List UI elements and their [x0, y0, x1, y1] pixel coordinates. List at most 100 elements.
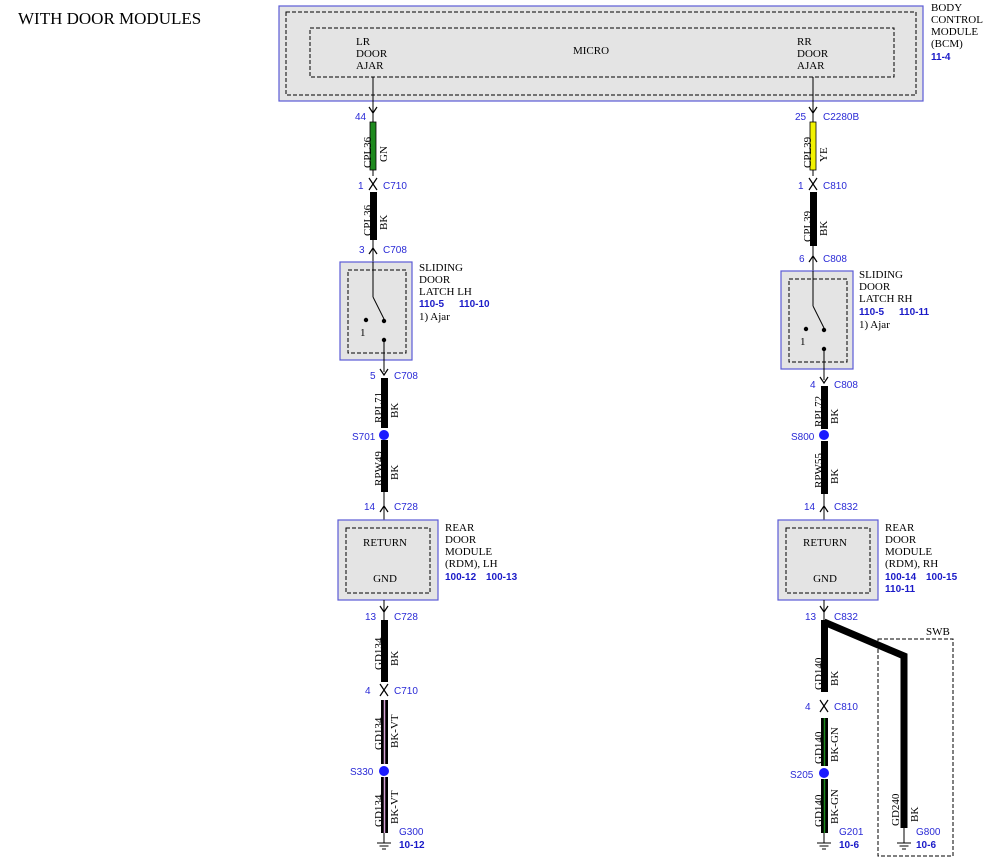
left-latch-ref-2: 110-10: [459, 299, 490, 310]
left-w7-color: BK-VT: [389, 790, 401, 824]
bcm-lr-label-2: DOOR: [356, 48, 388, 60]
right-c4-pin: 14: [804, 502, 816, 513]
right-w5-circuit: GD140: [813, 657, 825, 690]
right-ground2: G800: [916, 827, 941, 838]
right-splice2: S205: [790, 770, 814, 781]
left-rdm-1: REAR: [445, 522, 475, 534]
left-c6: C710: [394, 686, 418, 697]
right-rdm-3: MODULE: [885, 546, 932, 558]
left-latch-1: SLIDING: [419, 262, 463, 274]
left-rdm-2: DOOR: [445, 534, 477, 546]
left-rdm-ref-1: 100-12: [445, 572, 477, 583]
right-w1-circuit: CPL39: [802, 136, 814, 168]
right-w4-circuit: RPW55: [813, 453, 825, 488]
right-c6: C810: [834, 702, 858, 713]
left-ground: G300: [399, 827, 424, 838]
left-w5-color: BK: [389, 651, 401, 666]
right-latch-1: SLIDING: [859, 269, 903, 281]
right-w4-color: BK: [829, 469, 841, 484]
right-w1-color: YE: [818, 147, 830, 162]
bcm-lr-label-3: AJAR: [356, 60, 384, 72]
left-rdm-4: (RDM), LH: [445, 558, 498, 570]
right-c3: C808: [834, 380, 858, 391]
right-w3-circuit: RPL72: [813, 396, 825, 427]
bcm-name-2: CONTROL: [931, 14, 983, 26]
right-rdm-1: REAR: [885, 522, 915, 534]
right-c2-pin: 6: [799, 254, 805, 265]
left-latch-module: [339, 261, 413, 361]
right-latch-ref-1: 110-5: [859, 307, 884, 318]
right-latch-3: LATCH RH: [859, 293, 913, 305]
left-c1: C710: [383, 181, 407, 192]
right-ground-ref: 10-6: [839, 840, 859, 851]
right-switch-num: 1: [800, 336, 806, 348]
left-rdm-ref-2: 100-13: [486, 572, 518, 583]
right-rdm-ref-1: 100-14: [885, 572, 917, 583]
right-rdm-module: [777, 519, 879, 601]
left-c2-pin: 3: [359, 245, 365, 256]
right-c2: C808: [823, 254, 847, 265]
right-rdm-gnd: GND: [813, 573, 837, 585]
bcm-micro-label: MICRO: [573, 45, 609, 57]
right-bcm-conn: C2280B: [823, 112, 859, 123]
right-w8-color: BK: [909, 807, 921, 822]
right-ground-icon: [817, 833, 831, 850]
right-c1-pin: 1: [798, 181, 804, 192]
left-w2-circuit: CPL36: [362, 204, 374, 236]
bcm-rr-label-3: AJAR: [797, 60, 825, 72]
bcm-ref: 11-4: [931, 52, 951, 63]
left-w7-circuit: GD134: [373, 794, 385, 827]
left-latch-note: 1) Ajar: [419, 311, 450, 323]
right-w2-circuit: CPL39: [802, 210, 814, 242]
left-w2-color: BK: [378, 215, 390, 230]
right-ground2-ref: 10-6: [916, 840, 936, 851]
left-c4-pin: 14: [364, 502, 376, 513]
bcm-rr-label-1: RR: [797, 36, 812, 48]
left-latch-ref-1: 110-5: [419, 299, 444, 310]
right-c1: C810: [823, 181, 847, 192]
right-w8-circuit: GD240: [890, 793, 902, 826]
bcm-lr-label-1: LR: [356, 36, 371, 48]
right-w6-circuit: GD140: [813, 731, 825, 764]
left-rdm-3: MODULE: [445, 546, 492, 558]
right-ground: G201: [839, 827, 864, 838]
bcm-rr-label-2: DOOR: [797, 48, 829, 60]
right-w3-color: BK: [829, 409, 841, 424]
bcm-name-3: MODULE: [931, 26, 978, 38]
left-ground-ref: 10-12: [399, 840, 425, 851]
right-rdm-2: DOOR: [885, 534, 917, 546]
left-w6-color: BK-VT: [389, 714, 401, 748]
right-splice1: S800: [791, 432, 815, 443]
right-ground2-icon: [897, 828, 911, 850]
left-c3-pin: 5: [370, 371, 376, 382]
left-w1-color: GN: [378, 146, 390, 162]
left-splice-1-icon: [379, 430, 389, 440]
left-rdm-return: RETURN: [363, 537, 407, 549]
right-w7-color: BK-GN: [829, 789, 841, 824]
right-c6-pin: 4: [805, 702, 811, 713]
left-c5: C728: [394, 612, 418, 623]
left-latch-2: DOOR: [419, 274, 451, 286]
left-c2: C708: [383, 245, 407, 256]
bcm-name-4: (BCM): [931, 38, 963, 50]
right-w5-color: BK: [829, 671, 841, 686]
right-latch-note: 1) Ajar: [859, 319, 890, 331]
right-pin-bcm: 25: [795, 112, 807, 123]
right-c3-pin: 4: [810, 380, 816, 391]
left-w1-circuit: CPL36: [362, 136, 374, 168]
left-w3-circuit: RPL71: [373, 392, 385, 423]
right-latch-ref-2: 110-11: [899, 307, 929, 318]
left-latch-3: LATCH LH: [419, 286, 472, 298]
right-splice-1-icon: [819, 430, 829, 440]
right-swb-label: SWB: [926, 626, 950, 638]
left-rdm-module: [337, 519, 439, 601]
right-rdm-return: RETURN: [803, 537, 847, 549]
left-c6-pin: 4: [365, 686, 371, 697]
right-c5: C832: [834, 612, 858, 623]
left-splice-2-icon: [379, 766, 389, 776]
right-c4: C832: [834, 502, 858, 513]
right-w6-color: BK-GN: [829, 727, 841, 762]
wiring-diagram: WITH DOOR MODULES MICRO LR DOOR AJAR RR …: [18, 2, 983, 857]
right-latch-module: [780, 270, 854, 370]
right-w7-circuit: GD140: [813, 794, 825, 827]
